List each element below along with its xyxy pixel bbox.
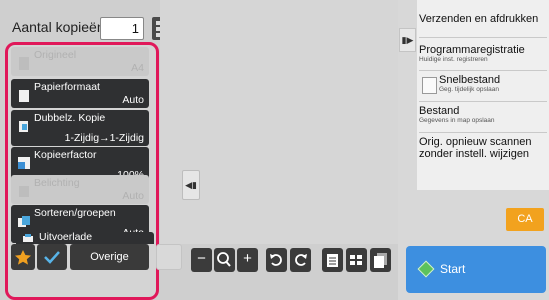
action-title: Verzenden en afdrukken bbox=[419, 13, 539, 25]
duplex-copy-icon bbox=[19, 121, 28, 132]
output-tray-icon bbox=[23, 234, 33, 242]
multi-page-view-button[interactable] bbox=[370, 248, 391, 272]
sort-group-icon bbox=[18, 216, 30, 227]
function-name: Belichting bbox=[34, 177, 80, 189]
function-value: Auto bbox=[122, 190, 144, 202]
function-name: Dubbelz. Kopie bbox=[34, 112, 106, 124]
rotate-right-button[interactable] bbox=[290, 248, 311, 272]
function-original: Origineel A4 bbox=[11, 47, 149, 76]
right-panel-toggle[interactable]: ▮▶ bbox=[399, 28, 416, 52]
rotate-left-button[interactable] bbox=[266, 248, 287, 272]
function-name: Papierformaat bbox=[34, 81, 100, 93]
magnifier-icon bbox=[217, 252, 231, 267]
action-title: Programmaregistratie bbox=[419, 44, 525, 56]
function-output-tray-button[interactable]: Uitvoerlade bbox=[16, 232, 154, 244]
action-subtitle: Huidige inst. registreren bbox=[419, 56, 488, 63]
start-icon bbox=[417, 260, 435, 278]
zoom-out-button[interactable]: − bbox=[191, 248, 212, 272]
function-name: Uitvoerlade bbox=[39, 231, 93, 243]
action-program-registration[interactable]: Programmaregistratie Huidige inst. regis… bbox=[419, 41, 547, 71]
other-button[interactable]: Overige bbox=[70, 244, 149, 270]
grid-view-button[interactable] bbox=[346, 248, 367, 272]
rotate-right-icon bbox=[295, 254, 307, 266]
copies-label: Aantal kopieën bbox=[12, 19, 105, 35]
check-icon bbox=[44, 251, 60, 264]
function-name: Sorteren/groepen bbox=[34, 207, 116, 219]
quick-file-icon bbox=[422, 77, 437, 94]
action-title: Snelbestand bbox=[439, 74, 501, 86]
action-send-print[interactable]: Verzenden en afdrukken bbox=[419, 0, 547, 38]
function-value: A4 bbox=[131, 62, 144, 74]
action-list: Verzenden en afdrukken Programmaregistra… bbox=[417, 0, 549, 190]
action-quick-file[interactable]: Snelbestand Geg. tijdelijk opslaan bbox=[419, 72, 547, 102]
single-page-icon bbox=[327, 254, 338, 267]
star-icon bbox=[15, 250, 31, 265]
preview-collapse-button[interactable]: ◀▮ bbox=[182, 170, 200, 200]
multi-page-icon bbox=[374, 253, 387, 268]
check-button[interactable] bbox=[37, 244, 67, 270]
preview-area[interactable] bbox=[160, 0, 398, 244]
function-exposure: Belichting Auto bbox=[11, 175, 149, 204]
grid-view-icon bbox=[350, 255, 362, 265]
single-page-view-button[interactable] bbox=[322, 248, 343, 272]
function-value: Auto bbox=[122, 94, 144, 106]
function-value: 1-Zijdig→1-Zijdig bbox=[64, 132, 144, 144]
action-title: Orig. opnieuw scannen zonder instell. wi… bbox=[419, 136, 532, 160]
paper-size-icon bbox=[19, 90, 29, 102]
favorite-button[interactable] bbox=[11, 244, 35, 270]
disabled-extra-button bbox=[156, 244, 182, 270]
rotate-left-icon bbox=[270, 254, 282, 266]
function-name: Kopieerfactor bbox=[34, 149, 97, 161]
copy-ratio-icon bbox=[18, 157, 30, 169]
exposure-icon bbox=[19, 186, 29, 197]
action-rescan[interactable]: Orig. opnieuw scannen zonder instell. wi… bbox=[419, 134, 547, 166]
clear-all-button[interactable]: CA bbox=[506, 208, 544, 231]
zoom-button[interactable] bbox=[214, 248, 235, 272]
start-label: Start bbox=[440, 262, 466, 276]
copies-count-input[interactable]: 1 bbox=[100, 17, 144, 40]
action-subtitle: Gegevens in map opslaan bbox=[419, 117, 495, 124]
original-icon bbox=[19, 57, 29, 70]
function-name: Origineel bbox=[34, 49, 77, 61]
action-subtitle: Geg. tijdelijk opslaan bbox=[439, 86, 499, 93]
function-duplex-copy[interactable]: Dubbelz. Kopie 1-Zijdig→1-Zijdig bbox=[11, 110, 149, 146]
zoom-in-button[interactable]: + bbox=[237, 248, 258, 272]
start-button[interactable]: Start bbox=[406, 246, 546, 293]
action-title: Bestand bbox=[419, 105, 460, 117]
action-file[interactable]: Bestand Gegevens in map opslaan bbox=[419, 103, 547, 133]
function-paper-size[interactable]: Papierformaat Auto bbox=[11, 79, 149, 108]
